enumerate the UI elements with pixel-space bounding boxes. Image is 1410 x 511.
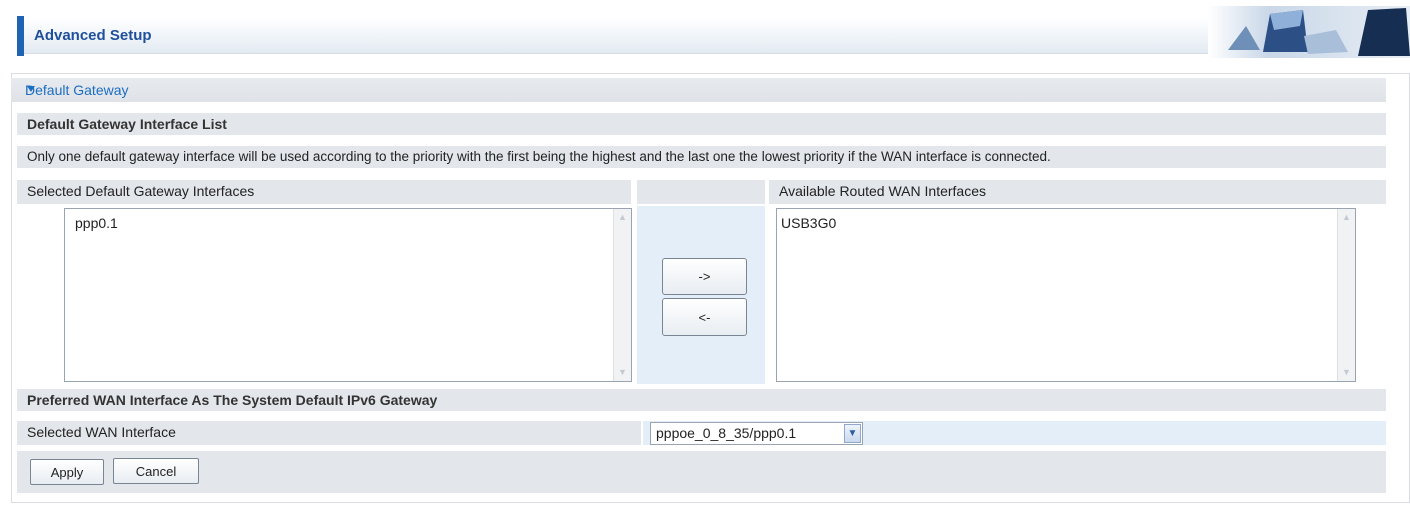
page-header: Advanced Setup [0,0,1410,70]
ipv6-gateway-heading: Preferred WAN Interface As The System De… [17,389,1386,411]
selected-wan-interface-label: Selected WAN Interface [17,421,641,445]
title-bar [17,18,1410,54]
section-title: Default Gateway [25,82,129,98]
apply-button[interactable]: Apply [30,459,104,485]
page-title: Advanced Setup [34,27,152,44]
chevron-down-icon[interactable]: ▼ [844,424,861,443]
wan-interface-select[interactable]: pppoe_0_8_35/ppp0.1 ▼ [650,422,863,445]
section-header-default-gateway[interactable]: Default Gateway [11,78,1386,102]
listbox-scrollbar[interactable]: ▲ ▼ [1337,209,1355,381]
header-banner-image [1208,6,1410,58]
gateway-list-description: Only one default gateway interface will … [17,146,1386,168]
triangle-down-icon[interactable] [27,86,35,92]
list-item[interactable]: ppp0.1 [75,215,118,231]
move-left-button[interactable]: <- [662,298,747,336]
scroll-up-arrow-icon[interactable]: ▲ [1339,210,1354,225]
cancel-button[interactable]: Cancel [113,458,199,484]
actions-bar [17,451,1386,493]
title-accent-bar [17,16,24,56]
list-item[interactable]: USB3G0 [781,215,836,231]
move-right-button[interactable]: -> [662,258,747,295]
middle-header-spacer [637,180,765,204]
selected-interfaces-label: Selected Default Gateway Interfaces [17,180,631,204]
wan-interface-select-value: pppoe_0_8_35/ppp0.1 [656,425,797,441]
available-interfaces-label: Available Routed WAN Interfaces [769,180,1386,204]
listbox-scrollbar[interactable]: ▲ ▼ [613,209,631,381]
scroll-up-arrow-icon[interactable]: ▲ [615,210,630,225]
gateway-list-heading: Default Gateway Interface List [17,113,1386,135]
scroll-down-arrow-icon[interactable]: ▼ [1339,365,1354,380]
scroll-down-arrow-icon[interactable]: ▼ [615,365,630,380]
selected-interfaces-listbox[interactable]: ppp0.1 ▲ ▼ [64,208,632,382]
move-buttons-column [637,206,765,384]
available-interfaces-listbox[interactable]: USB3G0 ▲ ▼ [776,208,1356,382]
